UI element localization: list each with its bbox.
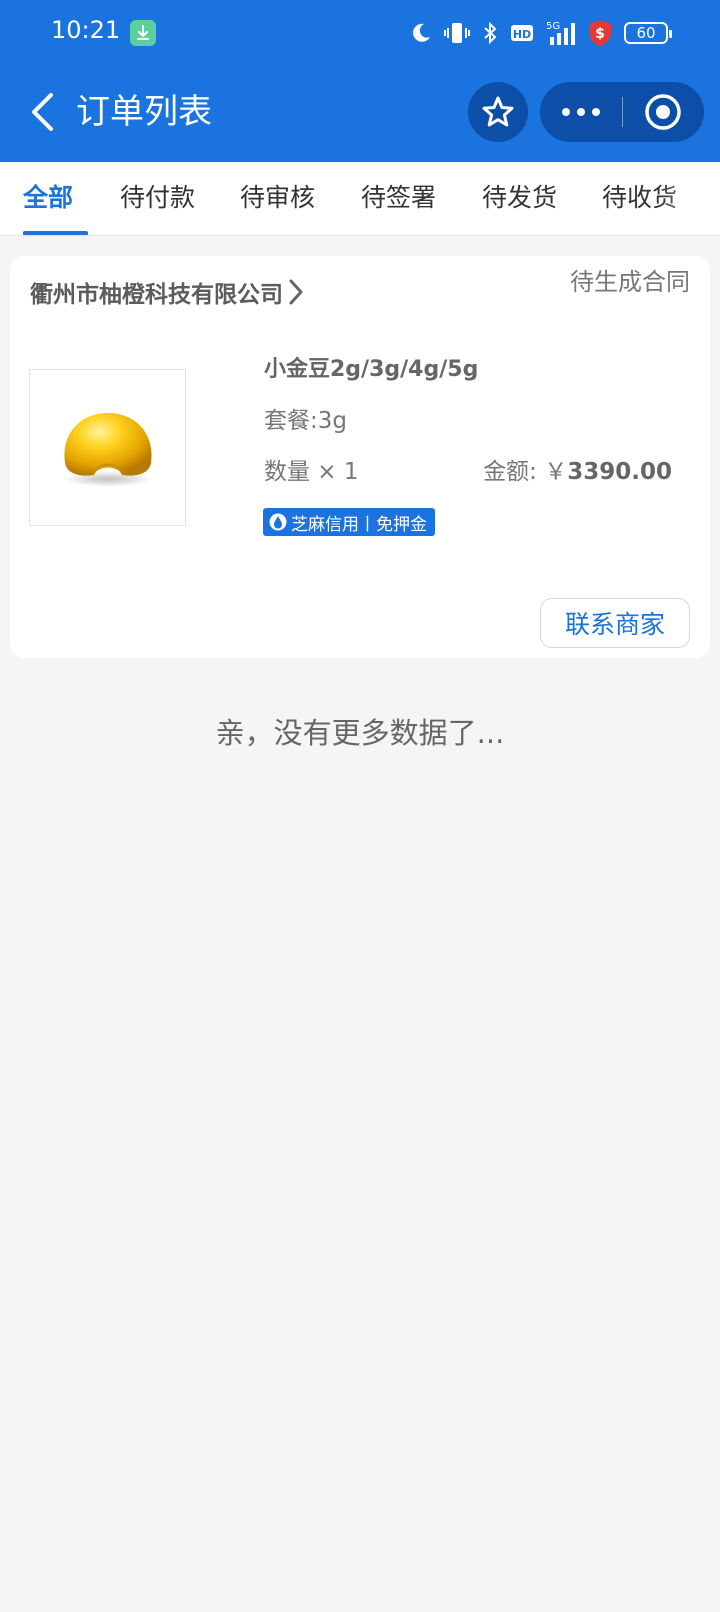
vibrate-icon [444,21,470,45]
product-quantity: 数量 × 1 [264,459,359,485]
amount-value: 3390.00 [567,459,672,485]
badge-label: 芝麻信用丨免押金 [291,514,427,535]
moon-icon [410,22,432,44]
gold-bean-image [63,412,152,487]
sesame-credit-icon [269,512,287,532]
close-mini-program-button[interactable] [623,82,703,142]
sesame-credit-badge: 芝麻信用丨免押金 [263,508,435,536]
order-amount: 金额: ￥3390.00 [483,452,672,486]
star-icon [482,96,514,127]
order-status-tabs: 全部 待付款 待审核 待签署 待发货 待收货 [0,162,720,236]
order-status: 待生成合同 [570,268,690,296]
security-shield-icon: $ [588,19,612,47]
tab-pending-shipment[interactable]: 待发货 [482,180,557,216]
favorite-button[interactable] [468,82,528,142]
order-card[interactable]: 衢州市柚橙科技有限公司 待生成合同 小金豆2g/3g/4g/5g 套餐:3g 数… [10,256,710,658]
product-spec: 套餐:3g [264,408,347,434]
more-button[interactable] [540,82,622,142]
signal-5g-icon: 5G [546,20,576,46]
chevron-left-icon [32,93,53,131]
svg-text:5G: 5G [546,21,560,32]
tab-pending-receipt[interactable]: 待收货 [602,180,677,216]
battery-icon: 60 [624,22,672,44]
app-header: 10:21 HD 5G $ 60 订单列表 [0,0,720,162]
tab-pending-sign[interactable]: 待签署 [361,180,436,216]
mini-program-capsule [540,82,704,142]
status-icons: HD 5G $ 60 [410,18,672,48]
status-bar: 10:21 HD 5G $ 60 [0,0,720,64]
tab-all[interactable]: 全部 [23,180,73,216]
shop-link[interactable]: 衢州市柚橙科技有限公司 [30,270,303,314]
more-dots-icon [562,108,600,116]
status-time: 10:21 [51,16,121,44]
battery-level: 60 [636,24,656,42]
shop-name: 衢州市柚橙科技有限公司 [30,282,283,308]
contact-merchant-button[interactable]: 联系商家 [540,598,690,648]
product-image[interactable] [29,369,186,526]
svg-text:HD: HD [513,28,531,41]
target-circle-icon [645,94,681,130]
page-title: 订单列表 [76,92,212,132]
hd-icon: HD [510,23,534,43]
product-name: 小金豆2g/3g/4g/5g [264,357,479,382]
svg-text:$: $ [595,26,605,42]
tab-pending-review[interactable]: 待审核 [240,180,315,216]
download-notification-icon [130,20,156,46]
chevron-right-icon [289,279,303,305]
nav-bar: 订单列表 [0,80,720,144]
amount-label: 金额: ￥ [483,459,568,485]
active-tab-indicator [23,231,88,235]
back-button[interactable] [22,88,62,136]
tab-pending-payment[interactable]: 待付款 [120,180,195,216]
bluetooth-icon [482,21,498,45]
no-more-data-text: 亲，没有更多数据了... [215,716,505,750]
